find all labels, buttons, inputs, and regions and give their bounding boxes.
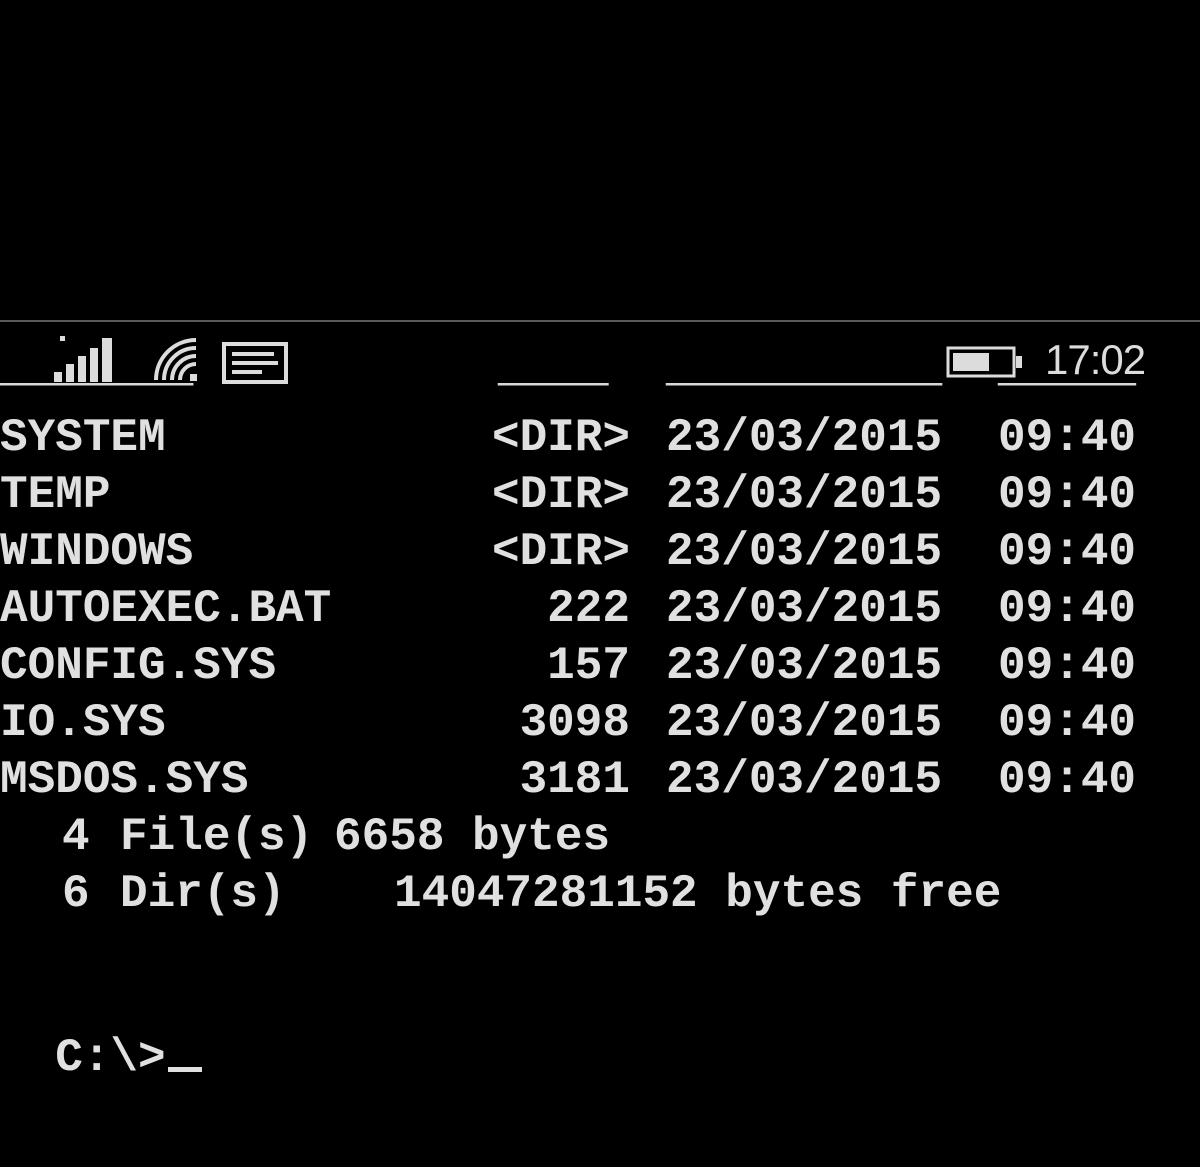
- battery-icon: [946, 346, 1022, 378]
- message-icon: [222, 342, 288, 384]
- dirs-count: 6: [62, 868, 90, 920]
- entry-time: 09:40: [998, 754, 1137, 806]
- dirs-summary: 6 Dir(s) 14047281152 bytes free: [0, 868, 1200, 925]
- entry-name: CONFIG.SYS: [0, 640, 277, 692]
- entry-date: 23/03/2015: [666, 754, 943, 806]
- entry-size: 222: [547, 583, 630, 635]
- listing-row: TEMP <DIR> 23/03/2015 09:40: [0, 469, 1200, 526]
- entry-name: TEMP: [0, 469, 111, 521]
- wifi-icon: [154, 338, 197, 381]
- entry-name: WINDOWS: [0, 526, 194, 578]
- entry-name: SYSTEM: [0, 412, 166, 464]
- entry-time: 09:40: [998, 583, 1137, 635]
- listing-row: CONFIG.SYS 157 23/03/2015 09:40: [0, 640, 1200, 697]
- entry-date: 23/03/2015: [666, 640, 943, 692]
- prompt-text: C:\>: [55, 1032, 166, 1084]
- listing-row: SYSTEM <DIR> 23/03/2015 09:40: [0, 412, 1200, 469]
- blank-screen-area: [0, 0, 1200, 320]
- dirs-label: Dir(s): [120, 868, 286, 920]
- clock-time: 17:02: [1045, 336, 1146, 383]
- partial-row-date-fragment: ——————————: [666, 383, 942, 399]
- entry-time: 09:40: [998, 469, 1137, 521]
- partial-listing-row: ——————— ———— —————————— —————: [0, 383, 1200, 399]
- entry-size: 3098: [519, 697, 630, 749]
- listing-row: MSDOS.SYS 3181 23/03/2015 09:40: [0, 754, 1200, 811]
- partial-row-size-fragment: ————: [498, 383, 608, 399]
- entry-date: 23/03/2015: [666, 583, 943, 635]
- entry-time: 09:40: [998, 640, 1137, 692]
- command-prompt[interactable]: C:\>: [0, 980, 202, 1084]
- entry-size: <DIR>: [491, 412, 630, 464]
- listing-row: WINDOWS <DIR> 23/03/2015 09:40: [0, 526, 1200, 583]
- entry-size: 3181: [519, 754, 630, 806]
- files-bytes: 6658 bytes: [334, 811, 611, 863]
- files-count: 4: [62, 811, 90, 863]
- entry-time: 09:40: [998, 412, 1137, 464]
- entry-name: AUTOEXEC.BAT: [0, 583, 332, 635]
- entry-name: MSDOS.SYS: [0, 754, 249, 806]
- status-bar: 17:02: [0, 322, 1200, 392]
- entry-date: 23/03/2015: [666, 526, 943, 578]
- dirs-free: 14047281152 bytes free: [394, 868, 1002, 920]
- entry-size: <DIR>: [491, 469, 630, 521]
- entry-size: <DIR>: [491, 526, 630, 578]
- listing-row: IO.SYS 3098 23/03/2015 09:40: [0, 697, 1200, 754]
- listing-row: AUTOEXEC.BAT 222 23/03/2015 09:40: [0, 583, 1200, 640]
- partial-row-name-fragment: ———————: [0, 383, 193, 399]
- partial-row-time-fragment: —————: [998, 383, 1136, 399]
- files-label: File(s): [120, 811, 314, 863]
- entry-name: IO.SYS: [0, 697, 166, 749]
- signal-bars-icon: [54, 336, 112, 382]
- entry-date: 23/03/2015: [666, 697, 943, 749]
- files-summary: 4 File(s) 6658 bytes: [0, 811, 1200, 868]
- entry-time: 09:40: [998, 526, 1137, 578]
- entry-time: 09:40: [998, 697, 1137, 749]
- entry-date: 23/03/2015: [666, 469, 943, 521]
- entry-size: 157: [547, 640, 630, 692]
- entry-date: 23/03/2015: [666, 412, 943, 464]
- text-cursor: [167, 1067, 202, 1072]
- directory-listing: SYSTEM <DIR> 23/03/2015 09:40 TEMP <DIR>…: [0, 412, 1200, 925]
